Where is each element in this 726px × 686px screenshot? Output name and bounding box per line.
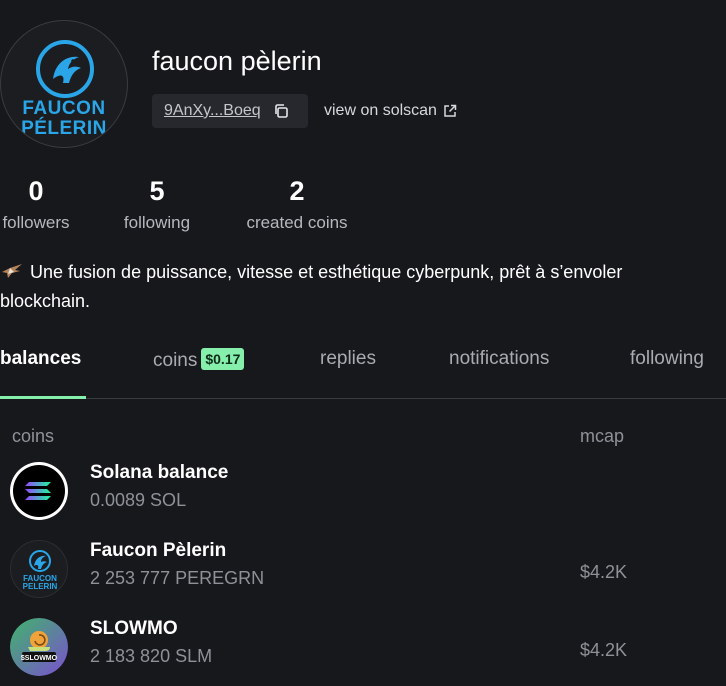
coin-mcap: $4.2K	[580, 640, 628, 660]
coins-column-header: coins	[12, 426, 55, 446]
address-copy-button[interactable]: 9AnXy...Boeq	[152, 94, 308, 128]
tab-following[interactable]: following	[630, 348, 704, 370]
tab-coins-label[interactable]: coins	[153, 350, 197, 371]
profile-avatar: FAUCON PÉLERIN	[0, 20, 128, 148]
coin-amount: 2 183 820 SLM	[90, 646, 213, 666]
created-coins-count: 2	[289, 176, 305, 206]
avatar-brand-line-1: FAUCON	[22, 98, 106, 119]
slowmo-logo-text: $SLOWMO	[21, 655, 58, 662]
faucon-logo-icon: FAUCON PELERIN	[10, 540, 68, 598]
solana-icon	[10, 462, 68, 520]
bio-line-1: Une fusion de puissance, vitesse et esth…	[30, 262, 623, 282]
bird-icon	[2, 264, 22, 278]
coin-amount: 0.0089 SOL	[90, 490, 187, 510]
coin-name: Solana balance	[90, 462, 229, 483]
view-on-solscan-link[interactable]: view on solscan	[324, 102, 457, 120]
table-row[interactable]: FAUCON PELERIN Faucon Pèlerin 2 253 777 …	[10, 540, 726, 600]
tab-replies[interactable]: replies	[320, 348, 376, 370]
mcap-column-header: mcap	[580, 426, 625, 446]
external-link-icon[interactable]	[443, 104, 457, 118]
table-row[interactable]: Solana balance 0.0089 SOL	[10, 462, 726, 522]
stat-followers[interactable]: 0 followers	[0, 176, 72, 233]
coin-name: Faucon Pèlerin	[90, 540, 227, 561]
solscan-label[interactable]: view on solscan	[324, 102, 437, 120]
profile-bio: Une fusion de puissance, vitesse et esth…	[0, 258, 726, 316]
tab-notifications[interactable]: notifications	[449, 348, 549, 370]
following-label: following	[123, 213, 191, 232]
bio-line-2: blockchain.	[0, 291, 91, 311]
active-tab-indicator	[0, 396, 86, 399]
profile-name: faucon pèlerin	[152, 46, 322, 76]
followers-count: 0	[28, 176, 44, 206]
created-coins-label: created coins	[246, 213, 348, 232]
coin-amount: 2 253 777 PEREGRN	[90, 568, 265, 588]
faucon-logo-text-2: PELERIN	[23, 582, 58, 591]
stat-created-coins[interactable]: 2 created coins	[240, 176, 354, 233]
falcon-icon	[36, 40, 94, 98]
table-row[interactable]: $SLOWMO SLOWMO 2 183 820 SLM $4.2K	[10, 618, 726, 678]
following-count: 5	[149, 176, 165, 206]
stat-following[interactable]: 5 following	[118, 176, 196, 233]
tabs-divider	[0, 398, 726, 399]
tab-balances[interactable]: balances	[0, 348, 81, 370]
snail-icon: $SLOWMO	[10, 618, 68, 676]
followers-label: followers	[2, 213, 70, 232]
wallet-address[interactable]: 9AnXy...Boeq	[164, 102, 261, 120]
tab-coins[interactable]: coins $0.17	[153, 348, 245, 372]
avatar-brand-line-2: PÉLERIN	[21, 118, 107, 139]
coin-name: SLOWMO	[90, 618, 178, 639]
copy-icon[interactable]	[273, 103, 289, 119]
coin-mcap: $4.2K	[580, 562, 628, 582]
coins-value-badge: $0.17	[201, 348, 245, 370]
